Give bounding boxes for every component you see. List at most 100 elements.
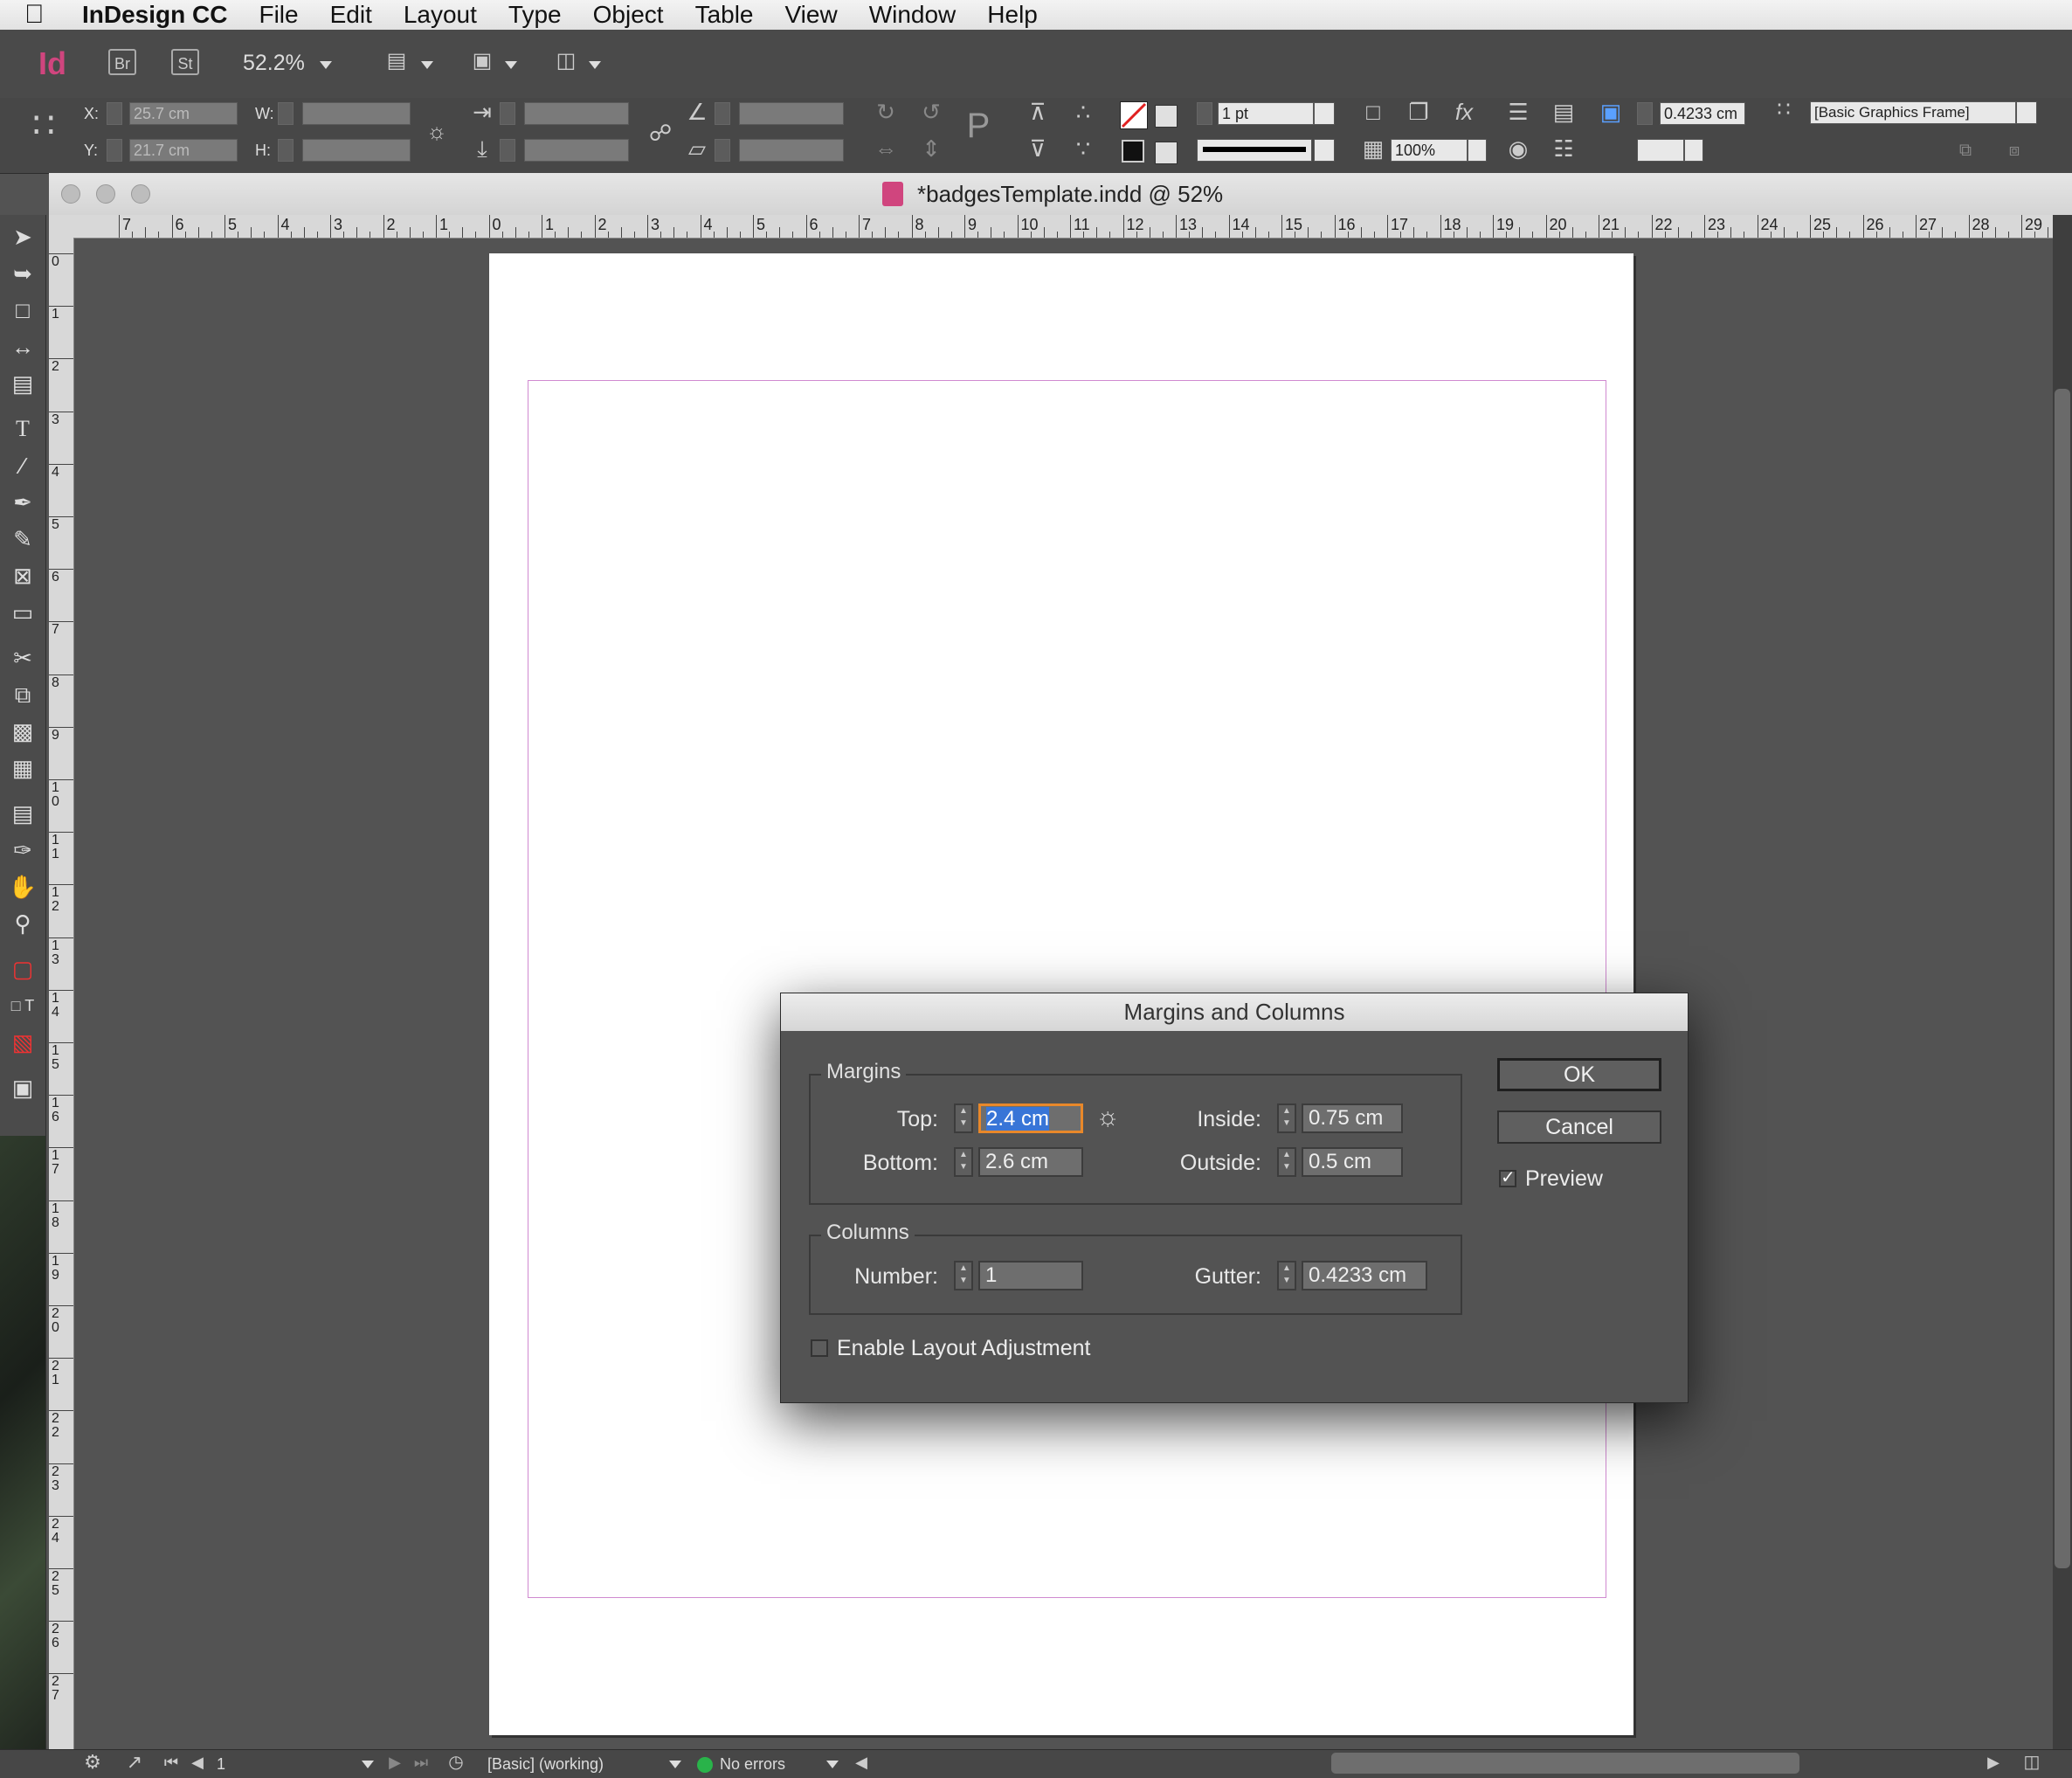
zoom-window-button[interactable] bbox=[131, 184, 150, 204]
scroll-right-icon[interactable]: ▶ bbox=[1979, 1750, 2007, 1775]
select-content-icon[interactable]: ∴ bbox=[1069, 100, 1097, 124]
previous-page-icon[interactable]: ◀ bbox=[183, 1750, 211, 1775]
eyedropper-tool-icon[interactable]: ✑ bbox=[5, 835, 40, 865]
drop-shadow-icon[interactable]: □ bbox=[1359, 100, 1387, 124]
zoom-tool-icon[interactable]: ⚲ bbox=[5, 909, 40, 938]
menu-edit[interactable]: Edit bbox=[330, 1, 372, 29]
note-tool-icon[interactable]: ▤ bbox=[5, 799, 40, 828]
outside-margin-field[interactable]: 0.5 cm bbox=[1302, 1147, 1403, 1177]
rectangle-tool-icon[interactable]: ▭ bbox=[5, 598, 40, 627]
shear-field[interactable] bbox=[739, 139, 844, 162]
h-field[interactable] bbox=[302, 139, 411, 162]
vertical-ruler[interactable]: 0 1 2 3 4 5 6 7 8 9 1 0 1 1 1 2 1 3 1 4 1 5 1 6 1 7 1 8 1 9… bbox=[49, 238, 74, 1749]
menu-view[interactable]: View bbox=[785, 1, 838, 29]
horizontal-ruler[interactable]: 7 6 5 4 3 2 1 0 1 2 3 4 5 6 7 8 9 10 11 12 13 14 15 16 17 18 19 20 2… bbox=[49, 215, 2053, 239]
rotate-field[interactable] bbox=[739, 102, 844, 125]
scroll-left-icon[interactable]: ◀ bbox=[847, 1750, 875, 1775]
screen-mode-dropdown-icon[interactable] bbox=[505, 61, 517, 69]
pencil-tool-icon[interactable]: ✎ bbox=[5, 524, 40, 554]
menu-table[interactable]: Table bbox=[695, 1, 754, 29]
shadow-toggle-icon[interactable]: ❐ bbox=[1405, 100, 1433, 124]
column-number-field[interactable]: 1 bbox=[978, 1261, 1083, 1290]
enable-layout-adjustment-label[interactable]: Enable Layout Adjustment bbox=[837, 1336, 1090, 1361]
outside-spinner[interactable]: ▲ ▼ bbox=[1277, 1147, 1296, 1177]
arrange-documents-icon[interactable]: ◫ bbox=[552, 49, 580, 73]
gradient-feather-tool-icon[interactable]: ▦ bbox=[5, 753, 40, 783]
free-transform-tool-icon[interactable]: ⧉ bbox=[5, 680, 40, 709]
page-dropdown-icon[interactable] bbox=[362, 1761, 374, 1768]
menu-app-name[interactable]: InDesign CC bbox=[82, 1, 227, 29]
pen-tool-icon[interactable]: ✒ bbox=[5, 488, 40, 517]
h-spinner[interactable] bbox=[278, 139, 294, 162]
scale-x-spinner[interactable] bbox=[500, 102, 515, 125]
bottom-spinner[interactable]: ▲ ▼ bbox=[954, 1147, 973, 1177]
type-tool-icon[interactable]: T bbox=[5, 414, 40, 444]
preflight-profile[interactable]: [Basic] (working) bbox=[487, 1755, 604, 1774]
close-window-button[interactable] bbox=[61, 184, 80, 204]
stroke-type-dropdown[interactable] bbox=[1314, 139, 1335, 162]
text-wrap-jump-icon[interactable]: ☷ bbox=[1550, 136, 1578, 161]
constrain-proportions-icon[interactable]: ☼ bbox=[423, 119, 451, 143]
flip-vertical-icon[interactable]: ⇕ bbox=[917, 136, 945, 161]
flip-horizontal-icon[interactable]: ⇔ bbox=[872, 136, 900, 161]
stroke-swatch[interactable] bbox=[1122, 140, 1144, 163]
gradient-swatch-tool-icon[interactable]: ▩ bbox=[5, 716, 40, 746]
zoom-level[interactable]: 52.2% bbox=[243, 51, 305, 76]
fill-menu-button[interactable] bbox=[1155, 105, 1178, 128]
open-page-icon[interactable]: ↗ bbox=[121, 1750, 148, 1775]
menu-file[interactable]: File bbox=[259, 1, 298, 29]
gutter-spinner[interactable] bbox=[1637, 102, 1653, 125]
menu-layout[interactable]: Layout bbox=[404, 1, 477, 29]
x-spinner[interactable] bbox=[107, 102, 122, 125]
inside-margin-field[interactable]: 0.75 cm bbox=[1302, 1103, 1403, 1133]
apply-none-icon[interactable]: ▧ bbox=[5, 1027, 40, 1057]
text-wrap-shape-icon[interactable]: ◉ bbox=[1504, 136, 1532, 161]
fill-stroke-icon[interactable]: ▢ bbox=[5, 954, 40, 984]
reference-point-icon[interactable]: ∷ bbox=[30, 108, 58, 143]
direct-selection-tool-icon[interactable]: ➥ bbox=[5, 259, 40, 288]
arrange-dropdown-icon[interactable] bbox=[589, 61, 601, 69]
stock-button[interactable]: St bbox=[171, 49, 199, 75]
line-tool-icon[interactable]: ∕ bbox=[5, 451, 40, 481]
scissors-tool-icon[interactable]: ✂ bbox=[5, 643, 40, 673]
opacity-arrow[interactable] bbox=[1468, 139, 1487, 162]
fitting-frame-icon[interactable]: ▣ bbox=[1597, 100, 1625, 124]
gutter-spinner[interactable]: ▲ ▼ bbox=[1277, 1261, 1296, 1290]
scale-x-field[interactable] bbox=[524, 102, 629, 125]
stroke-weight-field[interactable]: 1 pt bbox=[1218, 102, 1314, 125]
gap-tool-icon[interactable]: ↔ bbox=[5, 332, 40, 362]
select-previous-icon[interactable]: ⊽ bbox=[1024, 136, 1052, 161]
menu-help[interactable]: Help bbox=[987, 1, 1038, 29]
w-spinner[interactable] bbox=[278, 102, 294, 125]
minimize-window-button[interactable] bbox=[96, 184, 115, 204]
view-options-dropdown-icon[interactable] bbox=[421, 61, 433, 69]
fx-icon[interactable]: fx bbox=[1450, 100, 1478, 124]
y-spinner[interactable] bbox=[107, 139, 122, 162]
make-margins-same-icon[interactable]: ☼ bbox=[1094, 1104, 1122, 1131]
bridge-button[interactable]: Br bbox=[108, 49, 136, 75]
stroke-type-field[interactable] bbox=[1197, 139, 1312, 162]
scale-y-field[interactable] bbox=[524, 139, 629, 162]
y-field[interactable]: 21.7 cm bbox=[129, 139, 238, 162]
top-margin-field[interactable]: 2.4 cm bbox=[978, 1103, 1083, 1133]
rotate-ccw-icon[interactable]: ↺ bbox=[917, 100, 945, 124]
object-style-dropdown[interactable] bbox=[2016, 101, 2037, 124]
view-options-icon[interactable]: ▤ bbox=[383, 49, 411, 73]
new-object-style-icon[interactable]: ⧈ bbox=[2000, 138, 2028, 163]
screen-mode-tool-icon[interactable]: ▣ bbox=[5, 1073, 40, 1103]
stroke-weight-spinner[interactable] bbox=[1197, 102, 1212, 125]
rectangle-frame-tool-icon[interactable]: ⊠ bbox=[5, 561, 40, 591]
top-spinner[interactable]: ▲ ▼ bbox=[954, 1103, 973, 1133]
fill-swatch[interactable] bbox=[1120, 101, 1148, 129]
horizontal-scroll-thumb[interactable] bbox=[1331, 1753, 1799, 1774]
next-page-icon[interactable]: ▶ bbox=[381, 1750, 409, 1775]
select-container-icon[interactable]: ⊼ bbox=[1024, 100, 1052, 124]
gutter-field[interactable]: 0.4233 cm bbox=[1302, 1261, 1427, 1290]
hand-tool-icon[interactable]: ✋ bbox=[5, 872, 40, 902]
preview-checkbox[interactable]: ✓ bbox=[1499, 1169, 1516, 1187]
shear-spinner[interactable] bbox=[715, 139, 730, 162]
preflight-icon[interactable]: ◷ bbox=[442, 1750, 470, 1775]
column-gutter-field[interactable]: 0.4233 cm bbox=[1660, 102, 1745, 125]
content-collector-icon[interactable]: ▤ bbox=[5, 369, 40, 398]
w-field[interactable] bbox=[302, 102, 411, 125]
